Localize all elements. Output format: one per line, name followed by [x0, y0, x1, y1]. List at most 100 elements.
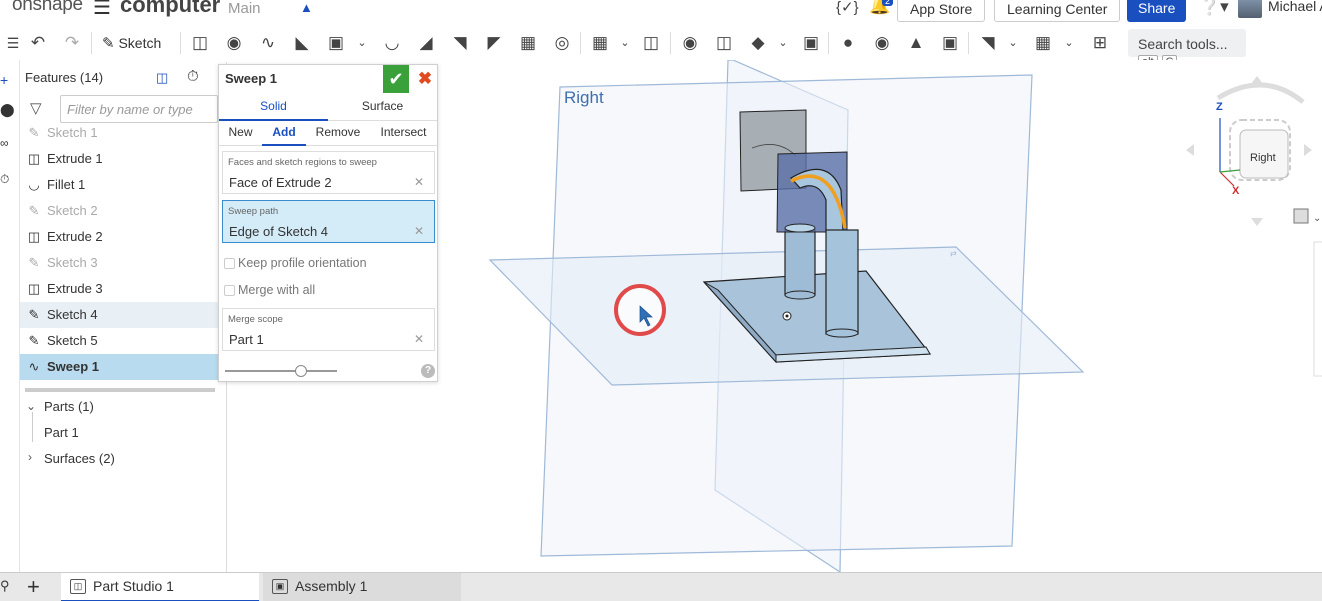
- search-tools-button[interactable]: Search tools... alt C: [1128, 29, 1246, 70]
- cylinder-tall[interactable]: [825, 229, 859, 335]
- chevron-down-icon[interactable]: ⌄: [349, 28, 375, 58]
- chevron-down-icon[interactable]: ⌄: [26, 399, 36, 413]
- part-item[interactable]: Part 1: [44, 425, 79, 440]
- sweep-path-field[interactable]: Sweep path Edge of Sketch 4 ✕: [222, 200, 435, 243]
- checkbox-box[interactable]: [224, 285, 235, 296]
- preview-slider-handle[interactable]: [295, 365, 307, 377]
- view-arrow-right-icon[interactable]: [1304, 144, 1312, 156]
- feature-item-fillet-1[interactable]: ◡ Fillet 1: [20, 172, 218, 198]
- tab-surface[interactable]: Surface: [328, 97, 437, 121]
- sketch-button[interactable]: ✎ Sketch: [100, 28, 161, 58]
- thicken-icon[interactable]: ▣: [323, 28, 349, 58]
- chevron-down-icon[interactable]: ⌄: [1056, 28, 1082, 58]
- document-name[interactable]: computer: [120, 0, 220, 18]
- feature-item-sketch-3[interactable]: ✎ Sketch 3: [20, 250, 218, 276]
- undo-icon[interactable]: ↶: [25, 28, 51, 58]
- chevron-down-icon[interactable]: ⌄: [612, 28, 638, 58]
- add-tab-icon[interactable]: +: [27, 573, 49, 600]
- check-list-icon[interactable]: {✓}: [836, 0, 859, 16]
- hole-icon[interactable]: ◎: [549, 28, 575, 58]
- avatar[interactable]: [1238, 0, 1262, 18]
- onshape-logo[interactable]: onshape: [12, 0, 83, 16]
- modify-fillet-icon[interactable]: ●: [835, 28, 861, 58]
- insert-icon[interactable]: +: [0, 72, 14, 88]
- parts-header[interactable]: Parts (1): [44, 399, 94, 414]
- op-intersect[interactable]: Intersect: [370, 122, 437, 146]
- loft-icon[interactable]: ◣: [289, 28, 315, 58]
- graduation-cap-icon[interactable]: ▲: [300, 0, 313, 15]
- view-arrow-down-icon[interactable]: [1251, 218, 1263, 226]
- cancel-button[interactable]: ✖: [415, 67, 435, 91]
- surfaces-header[interactable]: Surfaces (2): [44, 451, 115, 466]
- view-rotate-arc-icon[interactable]: [1216, 82, 1305, 104]
- revolve-icon[interactable]: ◉: [221, 28, 247, 58]
- mirror-icon[interactable]: ◫: [638, 28, 664, 58]
- tab-part-studio-1[interactable]: ◫ Part Studio 1: [61, 573, 259, 601]
- help-icon[interactable]: ❔▾: [1199, 0, 1229, 17]
- help-icon[interactable]: ?: [421, 364, 435, 378]
- surface-icon[interactable]: ▦: [1030, 28, 1056, 58]
- feature-item-extrude-1[interactable]: ◫ Extrude 1: [20, 146, 218, 172]
- feature-item-extrude-3[interactable]: ◫ Extrude 3: [20, 276, 218, 302]
- faces-to-sweep-field[interactable]: Faces and sketch regions to sweep Face o…: [222, 151, 435, 194]
- variables-icon[interactable]: ∞: [0, 136, 14, 150]
- confirm-button[interactable]: ✔: [383, 65, 409, 93]
- feature-item-extrude-2[interactable]: ◫ Extrude 2: [20, 224, 218, 250]
- menu-icon[interactable]: ☰: [93, 0, 111, 18]
- transform-icon[interactable]: ◆: [745, 28, 771, 58]
- clear-icon[interactable]: ✕: [414, 332, 424, 346]
- extrude-icon[interactable]: ◫: [187, 28, 213, 58]
- chevron-down-icon[interactable]: ⌄: [1000, 28, 1026, 58]
- workspace-name[interactable]: Main: [228, 0, 261, 17]
- merge-all-checkbox[interactable]: Merge with all: [222, 282, 422, 300]
- rollback-timer-icon[interactable]: ⏱: [187, 68, 199, 85]
- pattern-icon[interactable]: ▦: [587, 28, 613, 58]
- tab-assembly-1[interactable]: ▣ Assembly 1: [263, 573, 461, 601]
- delete-face-icon[interactable]: ◉: [869, 28, 895, 58]
- keep-profile-checkbox[interactable]: Keep profile orientation: [222, 255, 422, 273]
- user-name[interactable]: Michael A: [1268, 0, 1322, 14]
- op-remove[interactable]: Remove: [306, 122, 370, 146]
- clear-icon[interactable]: ✕: [414, 224, 424, 238]
- feature-item-sketch-5[interactable]: ✎ Sketch 5: [20, 328, 218, 354]
- list-toggle-icon[interactable]: ☰: [0, 28, 26, 58]
- replace-face-icon[interactable]: ▣: [937, 28, 963, 58]
- view-arrow-up-icon[interactable]: [1251, 76, 1263, 84]
- redo-icon[interactable]: ↷: [59, 28, 85, 58]
- feature-item-sketch-4[interactable]: ✎ Sketch 4: [20, 302, 218, 328]
- draft-icon[interactable]: ◥: [447, 28, 473, 58]
- view-arrow-left-icon[interactable]: [1186, 144, 1194, 156]
- filter-icon[interactable]: ▽: [30, 99, 42, 117]
- rib-icon[interactable]: ◤: [481, 28, 507, 58]
- move-face-icon[interactable]: ▲: [903, 28, 929, 58]
- view-cube[interactable]: Right Z X: [1186, 76, 1312, 226]
- feature-filter-input[interactable]: Filter by name or type: [60, 95, 218, 123]
- tab-solid[interactable]: Solid: [219, 97, 328, 121]
- sweep-icon[interactable]: ∿: [255, 28, 281, 58]
- appearance-icon[interactable]: ⬤: [0, 102, 15, 118]
- view-mode-cube-icon[interactable]: [1293, 208, 1309, 224]
- feature-item-sketch-2[interactable]: ✎ Sketch 2: [20, 198, 218, 224]
- history-icon[interactable]: ⏱: [0, 172, 14, 187]
- op-add[interactable]: Add: [262, 122, 306, 146]
- feature-item-sketch-1[interactable]: ✎ Sketch 1: [20, 120, 218, 146]
- fillet-icon[interactable]: ◡: [379, 28, 405, 58]
- search-tabs-icon[interactable]: ⚲: [0, 578, 18, 594]
- chevron-down-icon[interactable]: ⌄: [770, 28, 796, 58]
- clear-icon[interactable]: ✕: [414, 175, 424, 189]
- share-button[interactable]: Share: [1127, 0, 1187, 22]
- add-folder-icon[interactable]: ◫: [156, 70, 168, 86]
- rollback-bar[interactable]: [25, 388, 215, 392]
- cylinder-short[interactable]: [784, 229, 816, 296]
- boolean-icon[interactable]: ◉: [677, 28, 703, 58]
- merge-scope-field[interactable]: Merge scope Part 1 ✕: [222, 308, 435, 351]
- chevron-down-icon[interactable]: ⌄: [1313, 213, 1321, 224]
- feature-item-sweep-1[interactable]: ∿ Sweep 1: [20, 354, 218, 380]
- learning-center-button[interactable]: Learning Center: [994, 0, 1121, 22]
- chamfer-icon[interactable]: ◢: [413, 28, 439, 58]
- app-store-button[interactable]: App Store: [897, 0, 986, 22]
- plane-icon[interactable]: ◥: [975, 28, 1001, 58]
- split-icon[interactable]: ◫: [711, 28, 737, 58]
- delete-part-icon[interactable]: ▣: [798, 28, 824, 58]
- add-custom-feature-icon[interactable]: ⊞: [1087, 28, 1113, 58]
